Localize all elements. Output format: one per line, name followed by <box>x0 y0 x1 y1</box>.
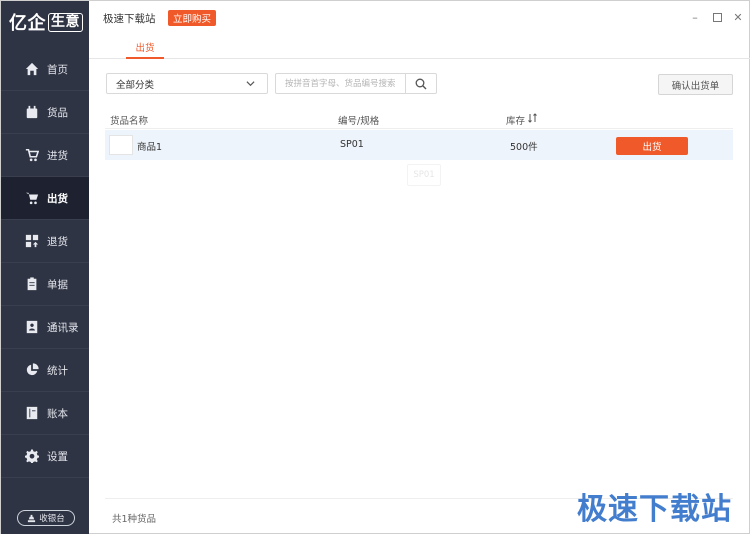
goods-count-summary: 共1种货品 <box>112 514 157 525</box>
column-header-code: 编号/规格 <box>338 116 380 127</box>
category-value: 全部分类 <box>116 79 155 91</box>
cart-in-icon <box>25 148 39 162</box>
minimize-icon[interactable]: – <box>689 11 701 24</box>
sidebar-item-label: 账本 <box>47 407 68 420</box>
cashier-label: 收银台 <box>39 514 65 524</box>
sidebar-item-purchase[interactable]: 进货 <box>1 134 89 177</box>
chevron-down-icon <box>246 81 255 87</box>
app-window: 亿企 生意 首页 货品 进货 出货 退货 单据 通讯录 统计 账本 设置 收银台… <box>0 0 750 534</box>
sidebar-item-returns[interactable]: 退货 <box>1 220 89 263</box>
confirm-sales-order-button[interactable]: 确认出货单 <box>658 74 733 95</box>
product-thumbnail <box>109 135 133 155</box>
sidebar-item-label: 首页 <box>47 63 68 76</box>
product-stock: 500件 <box>510 142 538 153</box>
maximize-icon[interactable] <box>711 11 723 23</box>
return-icon <box>25 234 39 248</box>
box-icon <box>25 105 39 119</box>
column-header-name: 货品名称 <box>110 116 149 127</box>
search-button[interactable] <box>405 74 436 93</box>
product-code: SP01 <box>340 139 364 150</box>
sidebar-nav: 首页 货品 进货 出货 退货 单据 通讯录 统计 账本 设置 <box>1 48 89 478</box>
drag-ghost-code: SP01 <box>407 164 441 186</box>
sort-icon[interactable] <box>528 113 537 123</box>
sidebar-item-label: 出货 <box>47 192 68 205</box>
ledger-icon <box>25 406 39 420</box>
cashier-icon <box>28 514 36 522</box>
sidebar-item-sales[interactable]: 出货 <box>1 177 89 220</box>
sidebar-item-settings[interactable]: 设置 <box>1 435 89 478</box>
sidebar-item-label: 进货 <box>47 149 68 162</box>
column-header-stock[interactable]: 库存 <box>506 113 525 127</box>
watermark-text: 极速下载站 <box>577 492 732 527</box>
sidebar-item-contacts[interactable]: 通讯录 <box>1 306 89 349</box>
search-icon <box>415 78 427 89</box>
cart-out-icon <box>25 191 39 205</box>
tab-sales[interactable]: 出货 <box>126 37 164 59</box>
category-select[interactable]: 全部分类 <box>106 73 268 94</box>
ship-out-button[interactable]: 出货 <box>616 137 688 155</box>
cashier-button[interactable]: 收银台 <box>17 510 75 526</box>
gear-icon <box>25 449 39 463</box>
sidebar-item-label: 设置 <box>47 450 68 463</box>
product-name: 商品1 <box>137 142 163 153</box>
close-icon[interactable]: ✕ <box>732 11 744 24</box>
sidebar-item-documents[interactable]: 单据 <box>1 263 89 306</box>
table-row[interactable]: 商品1 SP01 500件 出货 <box>105 130 733 160</box>
window-title: 极速下载站 <box>103 13 156 25</box>
sidebar-item-label: 统计 <box>47 364 68 377</box>
title-bar: 极速下载站 立即购买 – ✕ <box>89 1 750 33</box>
buy-now-button[interactable]: 立即购买 <box>168 10 216 26</box>
sidebar-item-statistics[interactable]: 统计 <box>1 349 89 392</box>
sidebar-item-ledger[interactable]: 账本 <box>1 392 89 435</box>
search-box <box>275 73 437 94</box>
sidebar-item-label: 货品 <box>47 106 68 119</box>
home-icon <box>25 62 39 76</box>
logo-box-text: 生意 <box>48 12 83 32</box>
pie-chart-icon <box>25 363 39 377</box>
table-header: 货品名称 编号/规格 库存 <box>105 109 733 129</box>
sidebar-item-label: 退货 <box>47 235 68 248</box>
app-logo: 亿企 生意 <box>1 1 89 43</box>
sidebar-item-goods[interactable]: 货品 <box>1 91 89 134</box>
clipboard-icon <box>25 277 39 291</box>
sidebar-item-label: 单据 <box>47 278 68 291</box>
sidebar-item-home[interactable]: 首页 <box>1 48 89 91</box>
tab-bar: 出货 <box>89 33 750 59</box>
logo-text: 亿企 <box>9 13 46 34</box>
search-input[interactable] <box>276 74 406 93</box>
sidebar: 亿企 生意 首页 货品 进货 出货 退货 单据 通讯录 统计 账本 设置 收银台 <box>1 1 89 534</box>
sidebar-item-label: 通讯录 <box>47 321 79 334</box>
contacts-icon <box>25 320 39 334</box>
